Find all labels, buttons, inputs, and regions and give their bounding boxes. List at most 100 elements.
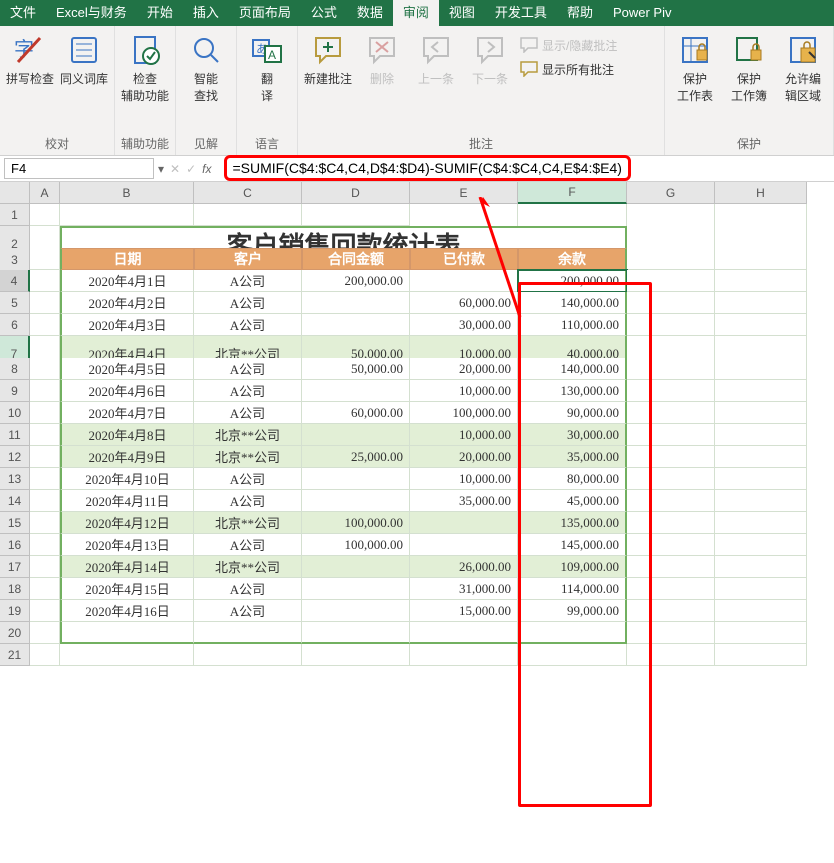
cell[interactable] bbox=[627, 248, 715, 270]
tab-开发工具[interactable]: 开发工具 bbox=[485, 0, 557, 26]
cell-client-6[interactable]: A公司 bbox=[194, 314, 302, 336]
cell-A10[interactable] bbox=[30, 402, 60, 424]
cell-paid-10[interactable]: 100,000.00 bbox=[410, 402, 518, 424]
cell-A6[interactable] bbox=[30, 314, 60, 336]
cell-A3[interactable] bbox=[30, 248, 60, 270]
cell[interactable] bbox=[715, 556, 807, 578]
cell-client-10[interactable]: A公司 bbox=[194, 402, 302, 424]
protect-sheet-button[interactable]: 保护 工作表 bbox=[671, 34, 719, 104]
row-header-4[interactable]: 4 bbox=[0, 270, 30, 292]
cell-paid-6[interactable]: 30,000.00 bbox=[410, 314, 518, 336]
cell-contract-6[interactable] bbox=[302, 314, 410, 336]
cell-date-5[interactable]: 2020年4月2日 bbox=[60, 292, 194, 314]
cell-paid-19[interactable]: 15,000.00 bbox=[410, 600, 518, 622]
row-header-8[interactable]: 8 bbox=[0, 358, 30, 380]
cell-date-19[interactable]: 2020年4月16日 bbox=[60, 600, 194, 622]
cell-paid-16[interactable] bbox=[410, 534, 518, 556]
cell-A11[interactable] bbox=[30, 424, 60, 446]
cell-balance-11[interactable]: 30,000.00 bbox=[518, 424, 627, 446]
cell[interactable] bbox=[627, 380, 715, 402]
allow-edit-ranges-button[interactable]: 允许编 辑区域 bbox=[779, 34, 827, 104]
cell-paid-14[interactable]: 35,000.00 bbox=[410, 490, 518, 512]
cell-client-16[interactable]: A公司 bbox=[194, 534, 302, 556]
row-header-18[interactable]: 18 bbox=[0, 578, 30, 600]
cell-A1[interactable] bbox=[30, 204, 60, 226]
cell[interactable] bbox=[627, 468, 715, 490]
cell-client-12[interactable]: 北京**公司 bbox=[194, 446, 302, 468]
cell-A12[interactable] bbox=[30, 446, 60, 468]
spellcheck-button[interactable]: 字 拼写检查 bbox=[6, 34, 54, 87]
protect-workbook-button[interactable]: 保护 工作簿 bbox=[725, 34, 773, 104]
cell-date-13[interactable]: 2020年4月10日 bbox=[60, 468, 194, 490]
cell-client-8[interactable]: A公司 bbox=[194, 358, 302, 380]
table-footer-1[interactable] bbox=[194, 622, 302, 644]
cell[interactable] bbox=[302, 204, 410, 226]
cell-balance-5[interactable]: 140,000.00 bbox=[518, 292, 627, 314]
enter-icon[interactable]: ✓ bbox=[186, 162, 196, 176]
cell-A14[interactable] bbox=[30, 490, 60, 512]
cell[interactable] bbox=[627, 556, 715, 578]
cell-paid-13[interactable]: 10,000.00 bbox=[410, 468, 518, 490]
row-header-17[interactable]: 17 bbox=[0, 556, 30, 578]
cell-date-15[interactable]: 2020年4月12日 bbox=[60, 512, 194, 534]
new-comment-button[interactable]: 新建批注 bbox=[304, 34, 352, 87]
row-header-21[interactable]: 21 bbox=[0, 644, 30, 666]
cell-client-18[interactable]: A公司 bbox=[194, 578, 302, 600]
tab-视图[interactable]: 视图 bbox=[439, 0, 485, 26]
cell-client-14[interactable]: A公司 bbox=[194, 490, 302, 512]
cell[interactable] bbox=[715, 578, 807, 600]
cell-A20[interactable] bbox=[30, 622, 60, 644]
cell-A18[interactable] bbox=[30, 578, 60, 600]
cell-date-14[interactable]: 2020年4月11日 bbox=[60, 490, 194, 512]
cell[interactable] bbox=[627, 358, 715, 380]
cell[interactable] bbox=[715, 248, 807, 270]
cell-contract-12[interactable]: 25,000.00 bbox=[302, 446, 410, 468]
cell-A16[interactable] bbox=[30, 534, 60, 556]
cell-contract-11[interactable] bbox=[302, 424, 410, 446]
fx-icon[interactable]: fx bbox=[202, 162, 211, 176]
show-all-comments-button[interactable]: 显示所有批注 bbox=[520, 58, 617, 80]
col-header-A[interactable]: A bbox=[30, 182, 60, 204]
cell-balance-13[interactable]: 80,000.00 bbox=[518, 468, 627, 490]
row-header-6[interactable]: 6 bbox=[0, 314, 30, 336]
tab-公式[interactable]: 公式 bbox=[301, 0, 347, 26]
cell-date-12[interactable]: 2020年4月9日 bbox=[60, 446, 194, 468]
cell-A5[interactable] bbox=[30, 292, 60, 314]
tab-文件[interactable]: 文件 bbox=[0, 0, 46, 26]
tab-开始[interactable]: 开始 bbox=[137, 0, 183, 26]
cell[interactable] bbox=[715, 424, 807, 446]
cell-contract-17[interactable] bbox=[302, 556, 410, 578]
thesaurus-button[interactable]: 同义词库 bbox=[60, 34, 108, 87]
cell-paid-8[interactable]: 20,000.00 bbox=[410, 358, 518, 380]
cell-balance-10[interactable]: 90,000.00 bbox=[518, 402, 627, 424]
table-footer-2[interactable] bbox=[302, 622, 410, 644]
tab-数据[interactable]: 数据 bbox=[347, 0, 393, 26]
row-header-19[interactable]: 19 bbox=[0, 600, 30, 622]
cell[interactable] bbox=[627, 600, 715, 622]
tab-插入[interactable]: 插入 bbox=[183, 0, 229, 26]
select-all-corner[interactable] bbox=[0, 182, 30, 204]
row-header-10[interactable]: 10 bbox=[0, 402, 30, 424]
formula-input[interactable]: =SUMIF(C$4:$C4,C4,D$4:$D4)-SUMIF(C$4:$C4… bbox=[224, 155, 631, 181]
cell-A21[interactable] bbox=[30, 644, 60, 666]
cell-paid-18[interactable]: 31,000.00 bbox=[410, 578, 518, 600]
cell-balance-14[interactable]: 45,000.00 bbox=[518, 490, 627, 512]
cell-date-18[interactable]: 2020年4月15日 bbox=[60, 578, 194, 600]
col-header-E[interactable]: E bbox=[410, 182, 518, 204]
cell[interactable] bbox=[410, 644, 518, 666]
table-footer-3[interactable] bbox=[410, 622, 518, 644]
cell-paid-4[interactable] bbox=[410, 270, 518, 292]
cell-date-6[interactable]: 2020年4月3日 bbox=[60, 314, 194, 336]
cell[interactable] bbox=[627, 578, 715, 600]
col-header-B[interactable]: B bbox=[60, 182, 194, 204]
cell[interactable] bbox=[715, 490, 807, 512]
cell[interactable] bbox=[715, 644, 807, 666]
cell-date-11[interactable]: 2020年4月8日 bbox=[60, 424, 194, 446]
cell[interactable] bbox=[715, 534, 807, 556]
cell[interactable] bbox=[194, 644, 302, 666]
cell-date-10[interactable]: 2020年4月7日 bbox=[60, 402, 194, 424]
cell-balance-15[interactable]: 135,000.00 bbox=[518, 512, 627, 534]
table-footer-4[interactable] bbox=[518, 622, 627, 644]
cell[interactable] bbox=[627, 644, 715, 666]
cell[interactable] bbox=[518, 644, 627, 666]
